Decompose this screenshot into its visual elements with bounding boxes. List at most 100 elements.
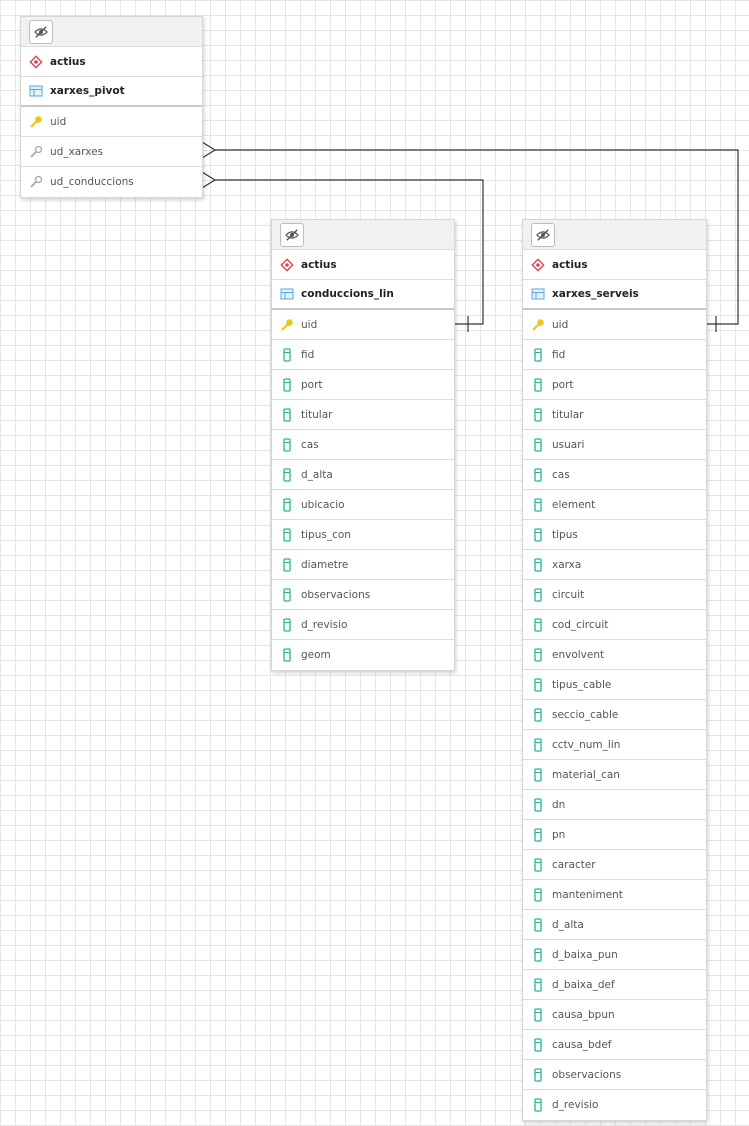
- column-icon: [534, 347, 542, 362]
- column-icon: [283, 437, 291, 452]
- column-name: envolvent: [552, 648, 605, 661]
- column-icon: [534, 1067, 542, 1082]
- column-name: cctv_num_lin: [552, 738, 621, 751]
- column-row[interactable]: seccio_cable: [523, 700, 706, 730]
- table-xarxes-serveis[interactable]: actius xarxes_serveis uid fid port titul…: [522, 219, 707, 1121]
- column-name: tipus: [552, 528, 578, 541]
- column-row[interactable]: envolvent: [523, 640, 706, 670]
- column-row[interactable]: d_revisio: [272, 610, 454, 640]
- column-row[interactable]: cod_circuit: [523, 610, 706, 640]
- column-name: seccio_cable: [552, 708, 619, 721]
- column-row[interactable]: xarxa: [523, 550, 706, 580]
- column-row[interactable]: d_revisio: [523, 1090, 706, 1120]
- column-row[interactable]: d_baixa_pun: [523, 940, 706, 970]
- column-row[interactable]: tipus: [523, 520, 706, 550]
- schema-name: actius: [50, 55, 86, 68]
- column-name: uid: [301, 318, 318, 331]
- column-icon: [534, 587, 542, 602]
- column-name: uid: [552, 318, 569, 331]
- column-row[interactable]: tipus_con: [272, 520, 454, 550]
- column-row[interactable]: port: [272, 370, 454, 400]
- column-row[interactable]: cas: [523, 460, 706, 490]
- table-conduccions-lin[interactable]: actius conduccions_lin uid fid port titu…: [271, 219, 455, 671]
- key-icon: [30, 115, 42, 128]
- column-row[interactable]: ubicacio: [272, 490, 454, 520]
- column-row[interactable]: d_alta: [272, 460, 454, 490]
- column-icon: [534, 617, 542, 632]
- column-name: diametre: [301, 558, 349, 571]
- column-name: caracter: [552, 858, 596, 871]
- table-name: xarxes_serveis: [552, 288, 639, 300]
- column-name: d_baixa_pun: [552, 948, 618, 961]
- column-icon: [283, 527, 291, 542]
- column-row[interactable]: d_alta: [523, 910, 706, 940]
- column-row[interactable]: dn: [523, 790, 706, 820]
- table-header: [21, 17, 202, 47]
- column-icon: [534, 797, 542, 812]
- column-name: d_alta: [301, 468, 333, 481]
- column-icon: [283, 587, 291, 602]
- column-icon: [534, 707, 542, 722]
- hide-icon-button[interactable]: [531, 222, 555, 247]
- column-name: titular: [552, 408, 584, 421]
- table-title-row[interactable]: conduccions_lin: [272, 280, 454, 310]
- column-icon: [534, 917, 542, 932]
- table-title-row[interactable]: xarxes_pivot: [21, 77, 202, 107]
- column-row[interactable]: pn: [523, 820, 706, 850]
- column-row[interactable]: observacions: [272, 580, 454, 610]
- column-row[interactable]: ud_xarxes: [21, 137, 202, 167]
- schema-name: actius: [301, 258, 337, 271]
- column-row[interactable]: caracter: [523, 850, 706, 880]
- column-row[interactable]: observacions: [523, 1060, 706, 1090]
- key-icon: [281, 318, 293, 331]
- schema-icon: [29, 54, 43, 69]
- column-row[interactable]: manteniment: [523, 880, 706, 910]
- column-row[interactable]: causa_bpun: [523, 1000, 706, 1030]
- column-row[interactable]: geom: [272, 640, 454, 670]
- column-row[interactable]: usuari: [523, 430, 706, 460]
- column-name: material_can: [552, 768, 620, 781]
- column-name: xarxa: [552, 558, 582, 571]
- table-header: [272, 220, 454, 250]
- column-icon: [283, 497, 291, 512]
- column-name: cas: [301, 438, 319, 451]
- column-name: d_revisio: [552, 1099, 599, 1111]
- table-xarxes-pivot[interactable]: actius xarxes_pivot uid ud_xarxes ud_con…: [20, 16, 203, 198]
- column-row[interactable]: circuit: [523, 580, 706, 610]
- column-icon: [534, 1007, 542, 1022]
- column-row[interactable]: d_baixa_def: [523, 970, 706, 1000]
- column-row[interactable]: uid: [21, 107, 202, 137]
- key-icon: [532, 318, 544, 331]
- column-row[interactable]: titular: [272, 400, 454, 430]
- column-row[interactable]: element: [523, 490, 706, 520]
- table-header: [523, 220, 706, 250]
- column-icon: [283, 617, 291, 632]
- table-title-row[interactable]: xarxes_serveis: [523, 280, 706, 310]
- column-row[interactable]: causa_bdef: [523, 1030, 706, 1060]
- hide-icon-button[interactable]: [280, 222, 304, 247]
- column-row[interactable]: diametre: [272, 550, 454, 580]
- column-row[interactable]: material_can: [523, 760, 706, 790]
- column-row[interactable]: titular: [523, 400, 706, 430]
- column-row[interactable]: fid: [523, 340, 706, 370]
- column-row[interactable]: ud_conduccions: [21, 167, 202, 197]
- crowfoot-ud-conduccions: [201, 171, 217, 189]
- column-row[interactable]: fid: [272, 340, 454, 370]
- column-name: circuit: [552, 588, 585, 601]
- hide-icon-button[interactable]: [29, 19, 53, 44]
- column-row[interactable]: cctv_num_lin: [523, 730, 706, 760]
- column-name: geom: [301, 649, 331, 661]
- table-icon: [531, 288, 545, 300]
- column-row[interactable]: uid: [523, 310, 706, 340]
- column-name: tipus_con: [301, 528, 351, 541]
- column-row[interactable]: cas: [272, 430, 454, 460]
- column-icon: [534, 407, 542, 422]
- schema-icon: [531, 257, 545, 272]
- column-name: tipus_cable: [552, 678, 612, 691]
- column-row[interactable]: uid: [272, 310, 454, 340]
- column-icon: [534, 827, 542, 842]
- column-row[interactable]: port: [523, 370, 706, 400]
- column-row[interactable]: tipus_cable: [523, 670, 706, 700]
- column-name: cod_circuit: [552, 618, 609, 631]
- column-name: manteniment: [552, 888, 623, 901]
